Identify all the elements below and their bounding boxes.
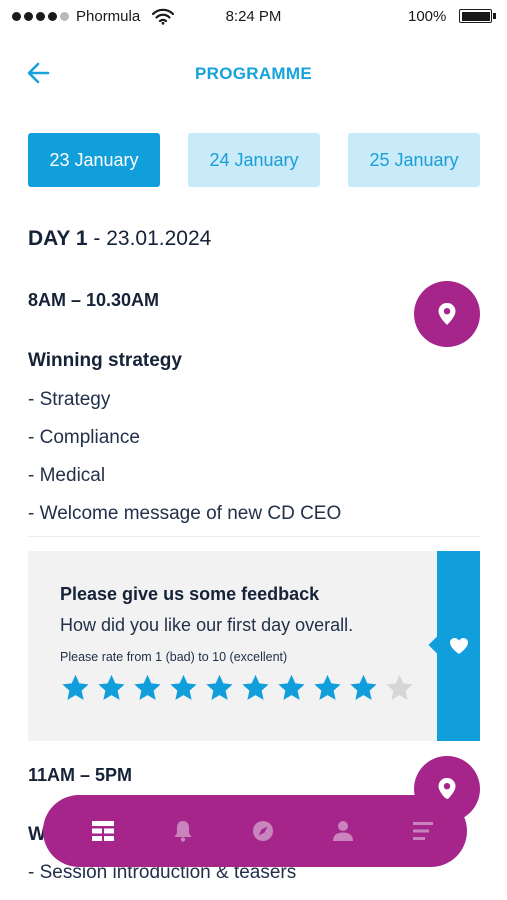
nav-notifications[interactable] bbox=[143, 801, 223, 861]
page-header: PROGRAMME bbox=[0, 52, 507, 94]
star-icon[interactable] bbox=[384, 673, 415, 703]
day-heading: DAY 1 - 23.01.2024 bbox=[28, 227, 211, 251]
compass-icon bbox=[253, 821, 273, 841]
star-icon[interactable] bbox=[312, 673, 343, 703]
user-icon bbox=[333, 821, 353, 841]
list-item: - Welcome message of new CD CEO bbox=[28, 503, 342, 524]
star-rating bbox=[60, 673, 415, 703]
day-date: - 23.01.2024 bbox=[87, 227, 212, 250]
tab-25-january[interactable]: 25 January bbox=[348, 133, 480, 187]
list-item: - Compliance bbox=[28, 427, 140, 448]
feedback-card: Please give us some feedback How did you… bbox=[28, 551, 480, 741]
feedback-hint: Please rate from 1 (bad) to 10 (excellen… bbox=[60, 650, 288, 664]
star-icon[interactable] bbox=[276, 673, 307, 703]
list-item: - Strategy bbox=[28, 389, 111, 410]
bell-icon bbox=[174, 821, 192, 842]
battery-icon bbox=[459, 9, 496, 23]
session-time: 8AM – 10.30AM bbox=[28, 290, 160, 310]
session-agenda-list: - Strategy - Compliance - Medical - Welc… bbox=[28, 388, 341, 540]
tab-24-january[interactable]: 24 January bbox=[188, 133, 320, 187]
nav-programme[interactable] bbox=[63, 801, 143, 861]
day-label: DAY 1 bbox=[28, 227, 88, 250]
location-pin-icon bbox=[438, 303, 456, 325]
list-item: - Medical bbox=[28, 465, 106, 486]
heart-icon bbox=[450, 638, 468, 654]
star-icon[interactable] bbox=[132, 673, 163, 703]
status-bar: Phormula 8:24 PM 100% bbox=[0, 0, 507, 34]
star-icon[interactable] bbox=[96, 673, 127, 703]
nav-profile[interactable] bbox=[303, 801, 383, 861]
feedback-favorite-button[interactable] bbox=[428, 551, 480, 741]
date-tabs: 23 January 24 January 25 January bbox=[28, 133, 480, 187]
star-icon[interactable] bbox=[168, 673, 199, 703]
session-time: 11AM – 5PM bbox=[28, 765, 133, 785]
page-title: PROGRAMME bbox=[195, 64, 312, 83]
location-pin-button[interactable] bbox=[414, 281, 480, 347]
session-title: Winning strategy bbox=[28, 350, 182, 371]
star-icon[interactable] bbox=[60, 673, 91, 703]
bottom-navigation bbox=[43, 795, 467, 867]
nav-explore[interactable] bbox=[223, 801, 303, 861]
feedback-notch bbox=[428, 636, 446, 654]
battery-percentage: 100% bbox=[408, 8, 447, 25]
menu-icon bbox=[413, 822, 433, 840]
divider bbox=[28, 536, 480, 537]
nav-menu[interactable] bbox=[383, 801, 463, 861]
star-icon[interactable] bbox=[348, 673, 379, 703]
star-icon[interactable] bbox=[240, 673, 271, 703]
programme-grid-icon bbox=[92, 821, 114, 841]
star-icon[interactable] bbox=[204, 673, 235, 703]
tab-23-january[interactable]: 23 January bbox=[28, 133, 160, 187]
feedback-question: How did you like our first day overall. bbox=[60, 615, 354, 635]
feedback-title: Please give us some feedback bbox=[60, 584, 320, 604]
